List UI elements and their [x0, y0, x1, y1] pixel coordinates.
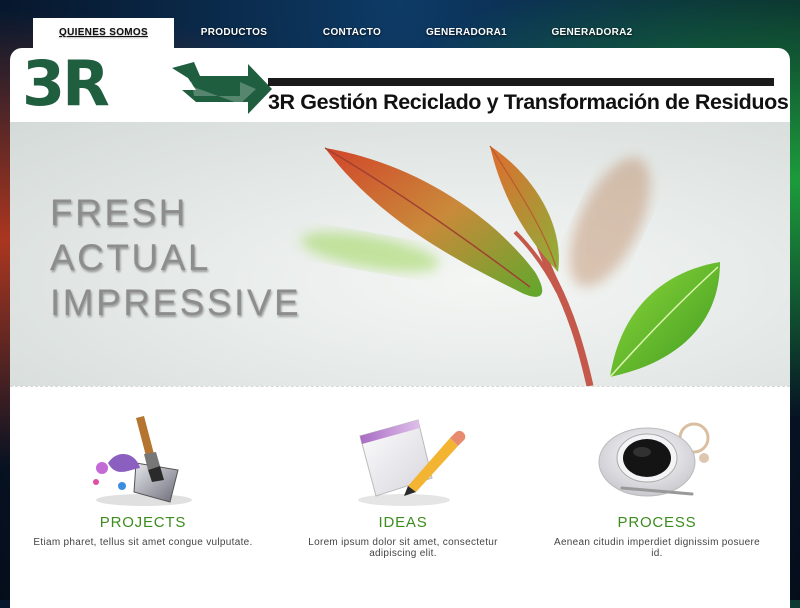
feature-projects: PROJECTS Etiam pharet, tellus sit amet c… [33, 408, 253, 548]
nav-item-productos[interactable]: PRODUCTOS [174, 18, 294, 48]
section-divider [10, 386, 790, 387]
logo-text: 3R [22, 48, 110, 120]
feature-title[interactable]: IDEAS [293, 514, 513, 531]
coffee-cup-icon [598, 422, 710, 497]
pencil-paper-icon [358, 419, 466, 506]
recycle-arrow-icon [172, 62, 272, 114]
main-panel: 3R 3R Gestión Reciclado y Transformación… [10, 48, 790, 608]
hero-line-3: IMPRESSIVE [50, 282, 302, 323]
feature-text: Aenean citudin imperdiet dignissim posue… [553, 537, 761, 559]
feature-process: PROCESS Aenean citudin imperdiet digniss… [547, 408, 767, 559]
feature-text: Etiam pharet, tellus sit amet congue vul… [33, 537, 253, 548]
nav-item-generadora2[interactable]: GENERADORA2 [523, 18, 661, 48]
feature-title[interactable]: PROCESS [547, 514, 767, 531]
nav-item-generadora1[interactable]: GENERADORA1 [410, 18, 523, 48]
hero-line-1: FRESH [50, 192, 188, 233]
hero-banner: FRESH ACTUAL IMPRESSIVE [10, 122, 790, 386]
main-nav: QUIENES SOMOS PRODUCTOS CONTACTO GENERAD… [33, 18, 661, 50]
feature-text: Lorem ipsum dolor sit amet, consectetur … [308, 537, 498, 559]
hero-tagline: FRESH ACTUAL IMPRESSIVE [50, 190, 301, 325]
feature-ideas: IDEAS Lorem ipsum dolor sit amet, consec… [293, 408, 513, 559]
plant-image [301, 145, 720, 386]
feature-title[interactable]: PROJECTS [33, 514, 253, 531]
hero-line-2: ACTUAL [50, 237, 211, 278]
company-name: 3R Gestión Reciclado y Transformación de… [268, 90, 789, 114]
paint-bucket-icon [93, 416, 192, 506]
site-logo[interactable]: 3R [22, 48, 272, 120]
header-bar [268, 78, 774, 86]
nav-item-quienes-somos[interactable]: QUIENES SOMOS [33, 18, 174, 48]
nav-item-contacto[interactable]: CONTACTO [294, 18, 410, 48]
